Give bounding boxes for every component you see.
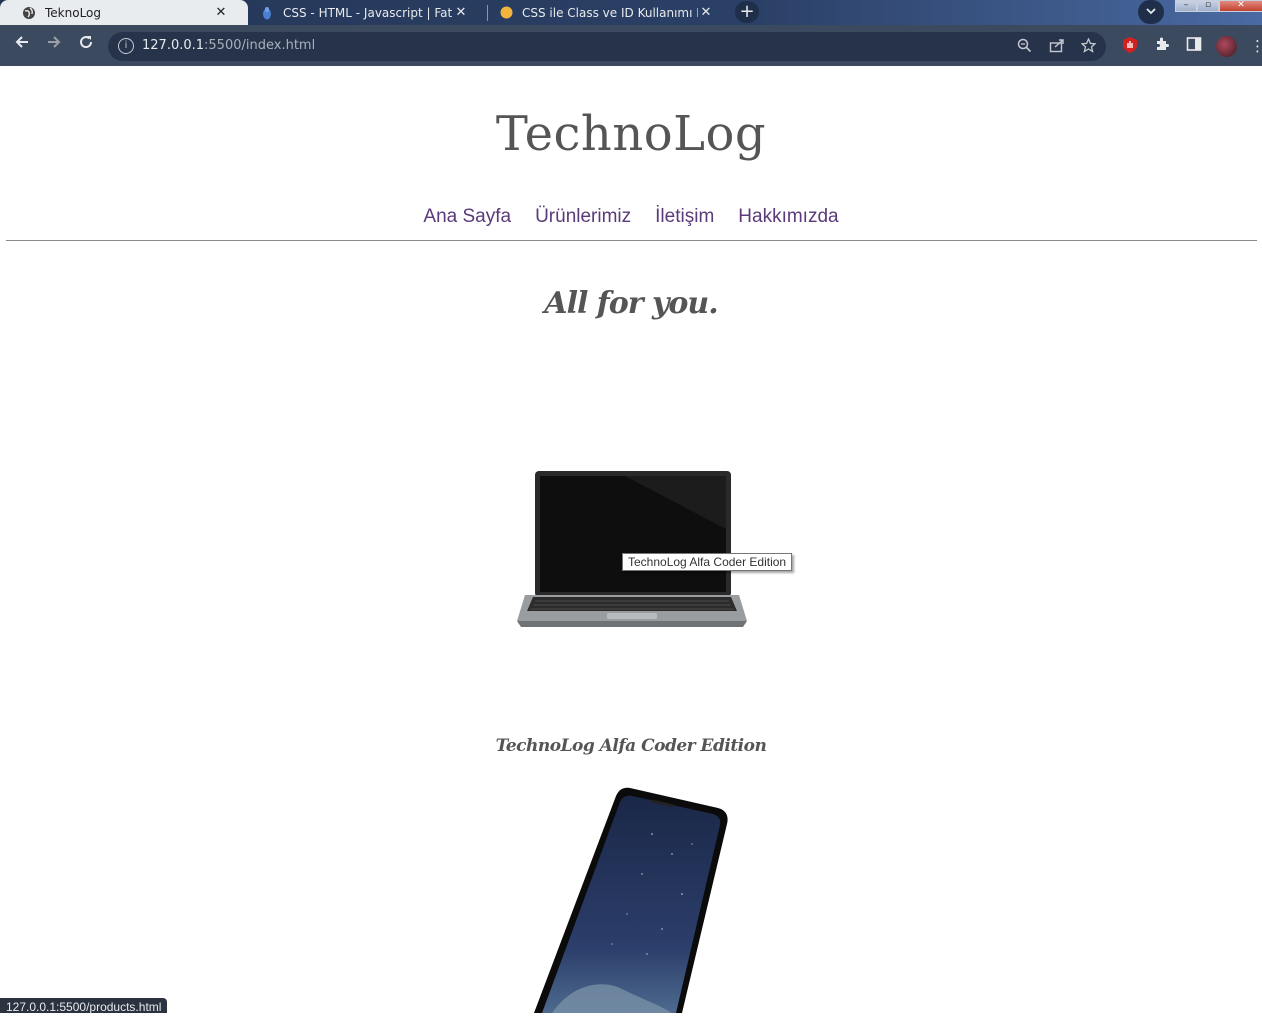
browser-menu-icon[interactable]: ⋮ bbox=[1250, 37, 1262, 55]
hand-icon bbox=[260, 6, 274, 20]
tab-css-class[interactable]: CSS ile Class ve ID Kullanımı Dersi ✕ bbox=[477, 0, 725, 25]
tab-strip: TeknoLog ✕ CSS - HTML - Javascript | Fat… bbox=[0, 0, 1262, 25]
tab-search-button[interactable] bbox=[1138, 0, 1164, 24]
reload-icon bbox=[80, 36, 93, 49]
tab-fatih[interactable]: CSS - HTML - Javascript | Fatih Hayrioğl… bbox=[238, 0, 486, 25]
tab-teknolog[interactable]: TeknoLog ✕ bbox=[0, 0, 248, 25]
forward-button[interactable] bbox=[43, 34, 65, 56]
laptop-product-image[interactable] bbox=[515, 469, 749, 631]
profile-avatar[interactable] bbox=[1216, 36, 1237, 57]
tab-title: CSS ile Class ve ID Kullanımı Dersi bbox=[522, 5, 698, 20]
phone-product-image[interactable] bbox=[532, 784, 732, 1013]
tab-close-icon[interactable]: ✕ bbox=[698, 5, 714, 20]
reload-button[interactable] bbox=[75, 34, 97, 56]
zoom-icon[interactable] bbox=[1017, 38, 1032, 57]
nav-link-products[interactable]: Ürünlerimiz bbox=[535, 206, 631, 228]
globe-icon bbox=[22, 6, 36, 20]
url-text: 127.0.0.1:5500/index.html bbox=[142, 38, 316, 53]
back-button[interactable] bbox=[11, 34, 33, 56]
maximize-button[interactable]: ▫ bbox=[1197, 0, 1219, 12]
product-caption: TechnoLog Alfa Coder Edition bbox=[495, 736, 767, 756]
arrow-right-icon bbox=[48, 36, 61, 48]
browser-toolbar: i 127.0.0.1:5500/index.html ⋮ bbox=[0, 25, 1262, 66]
tab-close-icon[interactable]: ✕ bbox=[453, 5, 469, 20]
info-icon[interactable]: i bbox=[118, 38, 134, 54]
browser-chrome: TeknoLog ✕ CSS - HTML - Javascript | Fat… bbox=[0, 0, 1262, 66]
web-page: TechnoLog Ana Sayfa Ürünlerimiz İletişim… bbox=[0, 66, 1262, 1013]
puzzle-extensions-icon[interactable] bbox=[1153, 36, 1171, 54]
share-icon[interactable] bbox=[1049, 38, 1065, 57]
tab-title: CSS - HTML - Javascript | Fatih Hayrioğl… bbox=[283, 5, 453, 20]
arrow-left-icon bbox=[15, 36, 28, 48]
site-title: TechnoLog bbox=[495, 106, 767, 162]
window-controls: – ▫ ✕ bbox=[1175, 0, 1262, 12]
side-panel-icon[interactable] bbox=[1185, 36, 1203, 54]
address-bar[interactable]: i 127.0.0.1:5500/index.html bbox=[108, 32, 1106, 61]
nav-link-about[interactable]: Hakkımızda bbox=[738, 206, 838, 228]
tab-title: TeknoLog bbox=[45, 5, 102, 20]
nav-link-home[interactable]: Ana Sayfa bbox=[423, 206, 511, 228]
minimize-button[interactable]: – bbox=[1175, 0, 1197, 12]
status-bar-url: 127.0.0.1:5500/products.html bbox=[0, 998, 168, 1014]
divider bbox=[6, 240, 1257, 241]
circle-icon bbox=[499, 6, 513, 20]
bookmark-star-icon[interactable] bbox=[1080, 37, 1097, 57]
chevron-down-icon bbox=[1146, 8, 1156, 15]
new-tab-button[interactable]: + bbox=[735, 1, 759, 23]
adblock-extension-icon[interactable] bbox=[1121, 36, 1139, 54]
window-close-button[interactable]: ✕ bbox=[1219, 0, 1262, 12]
main-nav: Ana Sayfa Ürünlerimiz İletişim Hakkımızd… bbox=[0, 206, 1262, 228]
image-tooltip: TechnoLog Alfa Coder Edition bbox=[622, 553, 793, 571]
nav-link-contact[interactable]: İletişim bbox=[655, 206, 714, 228]
tab-close-icon[interactable]: ✕ bbox=[213, 5, 229, 20]
tagline: All for you. bbox=[544, 286, 718, 321]
